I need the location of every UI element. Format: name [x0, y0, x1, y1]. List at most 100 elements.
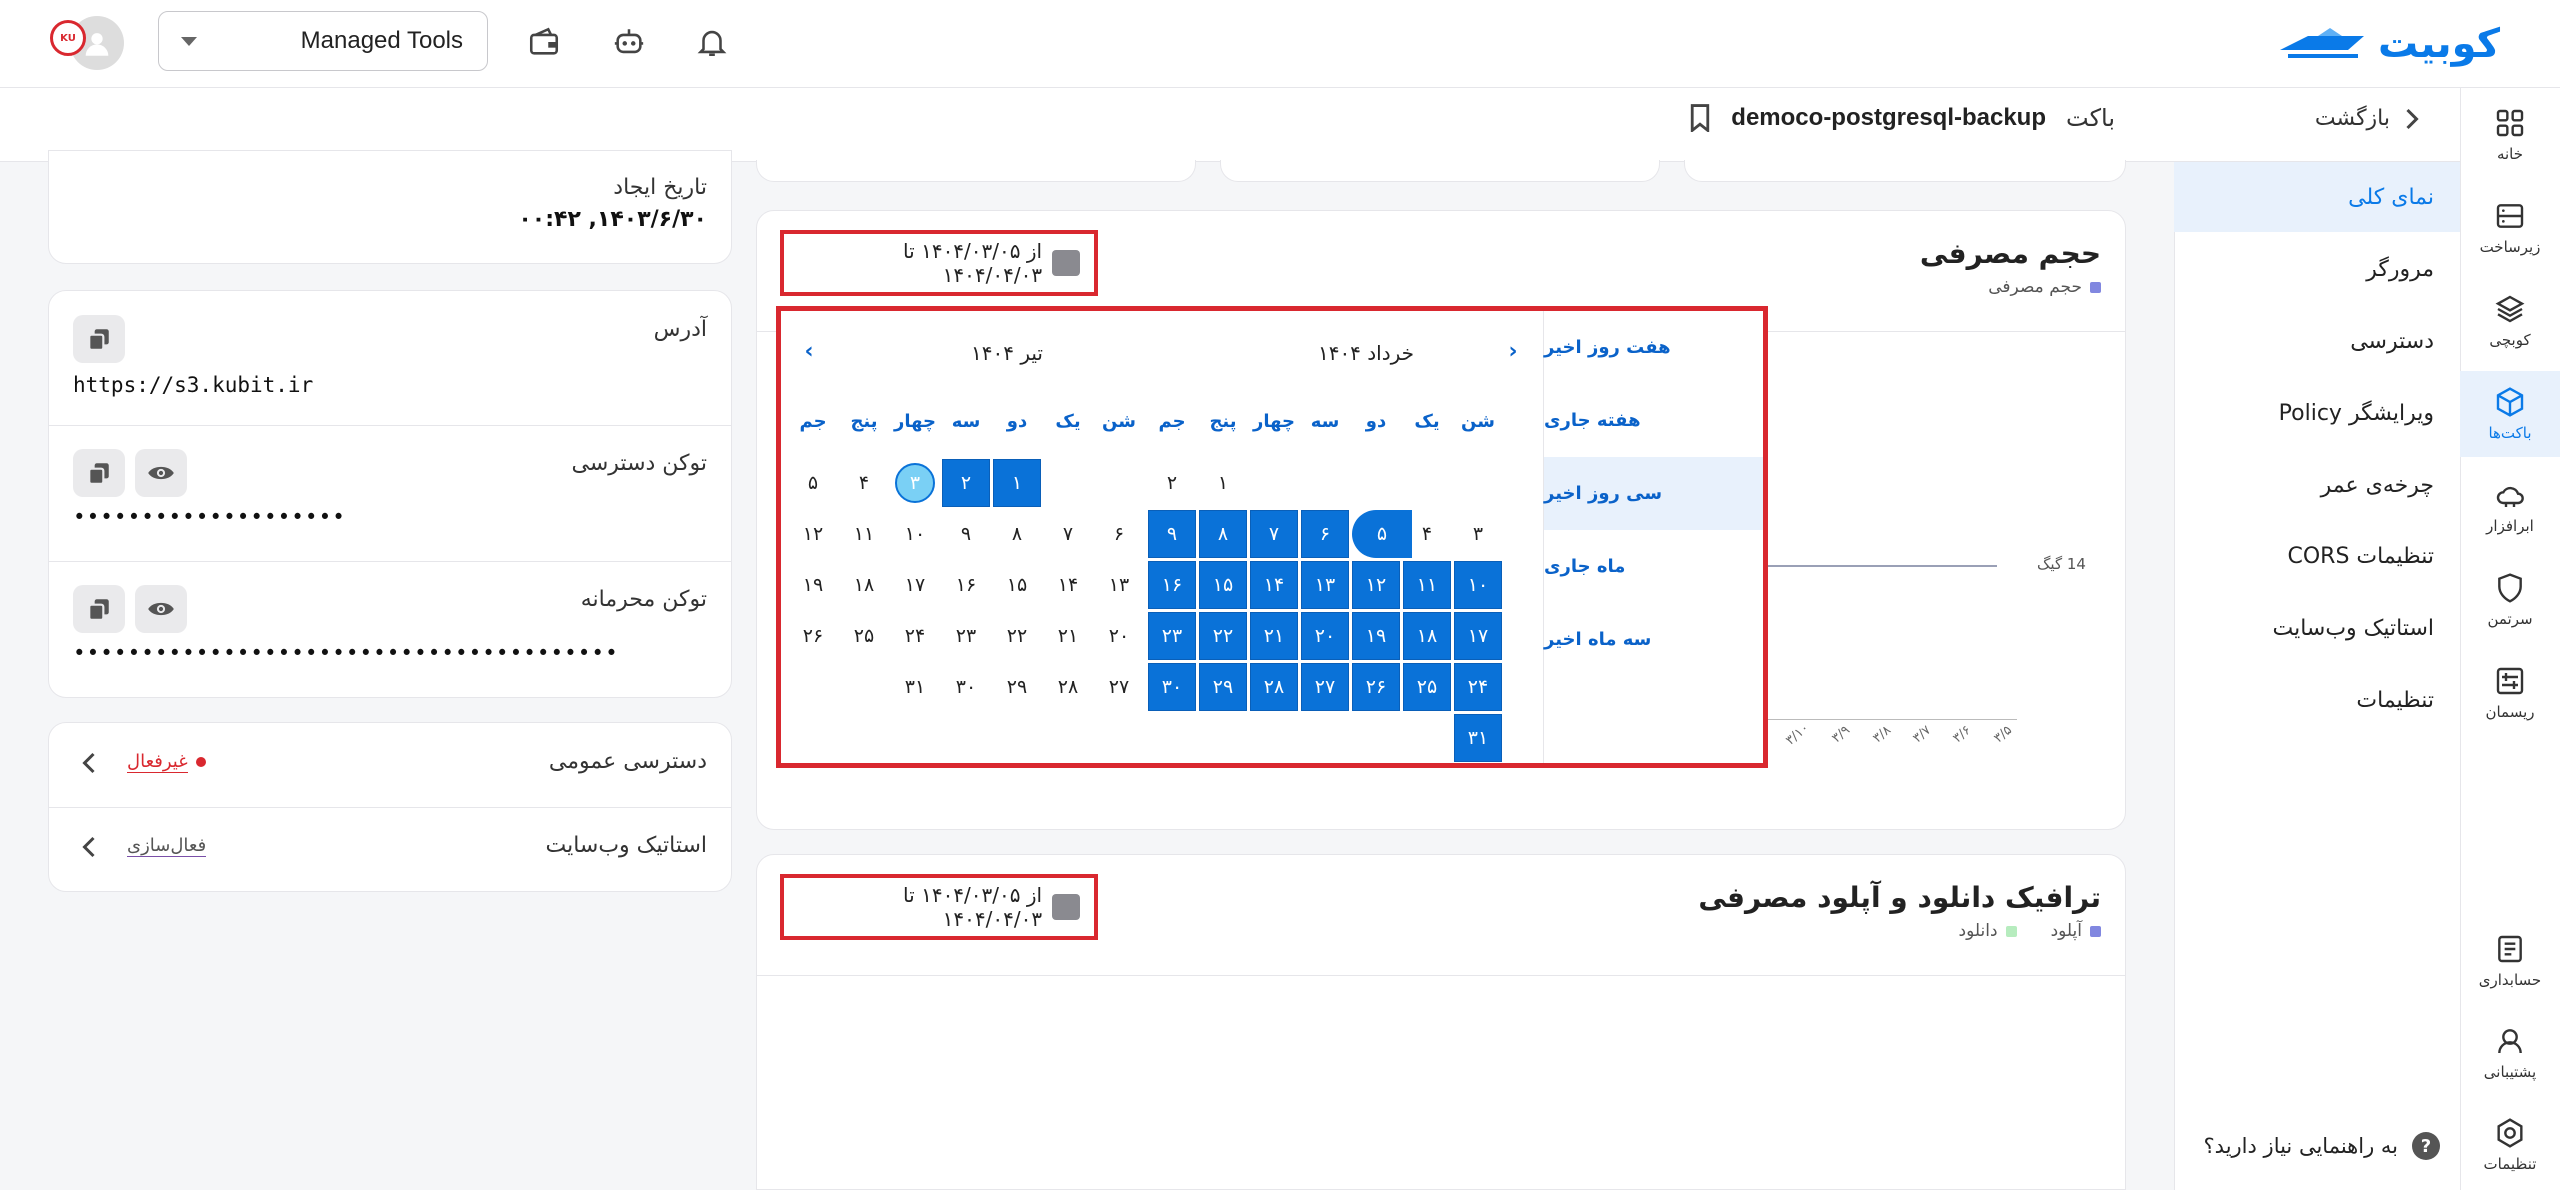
calendar-day[interactable]: ۷	[1044, 510, 1092, 558]
calendar-day[interactable]: ۱۶	[942, 561, 990, 609]
rail-item-cloud[interactable]: ابرافزار	[2460, 464, 2560, 550]
menu-item-lifecycle[interactable]: چرخه‌ی عمر	[2174, 450, 2460, 520]
calendar-day[interactable]: ۱۱	[1403, 561, 1451, 609]
calendar-day[interactable]: ۲۲	[1199, 612, 1247, 660]
preset-this-month[interactable]: ماه جاری	[1544, 530, 1763, 603]
calendar-day[interactable]: ۹	[942, 510, 990, 558]
calendar-day[interactable]: ۲۲	[993, 612, 1041, 660]
next-month-arrow-icon[interactable]: ›	[1501, 339, 1525, 364]
public-access-status[interactable]: غیرفعال	[127, 751, 206, 773]
robot-icon[interactable]	[601, 14, 657, 70]
calendar-day[interactable]: ۶	[1095, 510, 1143, 558]
menu-item-cors[interactable]: تنظیمات CORS	[2174, 521, 2460, 591]
calendar-day[interactable]: ۸	[993, 510, 1041, 558]
calendar-day[interactable]: ۱۱	[840, 510, 888, 558]
calendar-day[interactable]: ۲	[1148, 459, 1196, 507]
back-button[interactable]: بازگشت	[2315, 106, 2420, 131]
calendar-day[interactable]: ۲۵	[1403, 663, 1451, 711]
rail-item-billing[interactable]: حسابداری	[2460, 918, 2560, 1004]
kubit-logo[interactable]: کوبیت	[2278, 16, 2500, 72]
preset-last-7-days[interactable]: هفت روز اخیر	[1544, 311, 1763, 384]
calendar-day[interactable]: ۲۶	[789, 612, 837, 660]
help-link[interactable]: ? به راهنمایی نیاز دارید؟	[2204, 1132, 2440, 1160]
calendar-day[interactable]: ۲۰	[1095, 612, 1143, 660]
calendar-day[interactable]: ۲۶	[1352, 663, 1400, 711]
usage-date-range-button[interactable]: از ۱۴۰۴/۰۳/۰۵ تا ۱۴۰۴/۰۴/۰۳	[780, 230, 1098, 296]
chevron-left-icon[interactable]	[81, 835, 97, 859]
rail-item-kubchi[interactable]: کوبچی	[2460, 278, 2560, 364]
calendar-day[interactable]: ۱۷	[1454, 612, 1502, 660]
workspace-select[interactable]: Managed Tools	[158, 11, 488, 71]
bookmark-icon[interactable]	[1689, 104, 1711, 132]
calendar-day[interactable]: ۳۱	[1454, 714, 1502, 762]
copy-secret-token-button[interactable]	[73, 585, 125, 633]
calendar-day[interactable]: ۱۴	[1044, 561, 1092, 609]
calendar-day[interactable]: ۲۸	[1250, 663, 1298, 711]
calendar-day[interactable]: ۱۰	[1454, 561, 1502, 609]
calendar-day[interactable]: ۷	[1250, 510, 1298, 558]
calendar-day[interactable]: ۲۷	[1095, 663, 1143, 711]
calendar-day[interactable]: ۱۳	[1095, 561, 1143, 609]
calendar-day[interactable]: ۵	[1352, 510, 1412, 558]
show-access-token-button[interactable]	[135, 449, 187, 497]
menu-item-browser[interactable]: مرورگر	[2174, 234, 2460, 304]
show-secret-token-button[interactable]	[135, 585, 187, 633]
menu-item-overview[interactable]: نمای کلی	[2174, 162, 2460, 232]
calendar-day[interactable]: ۲۹	[1199, 663, 1247, 711]
calendar-day[interactable]: ۲۴	[891, 612, 939, 660]
calendar-day[interactable]: ۲۰	[1301, 612, 1349, 660]
calendar-day[interactable]: ۳۰	[1148, 663, 1196, 711]
preset-this-week[interactable]: هفته جاری	[1544, 384, 1763, 457]
calendar-day[interactable]: ۲۸	[1044, 663, 1092, 711]
bell-icon[interactable]	[684, 14, 740, 70]
calendar-day[interactable]: ۸	[1199, 510, 1247, 558]
rail-item-settings[interactable]: تنظیمات	[2460, 1102, 2560, 1188]
calendar-day[interactable]: ۶	[1301, 510, 1349, 558]
menu-item-access[interactable]: دسترسی	[2174, 306, 2460, 376]
calendar-day[interactable]: ۱۵	[1199, 561, 1247, 609]
calendar-day[interactable]: ۲۳	[942, 612, 990, 660]
calendar-day[interactable]: ۱	[1199, 459, 1247, 507]
calendar-day[interactable]: ۳	[1454, 510, 1502, 558]
calendar-day[interactable]: ۱۹	[789, 561, 837, 609]
calendar-day[interactable]: ۲۴	[1454, 663, 1502, 711]
calendar-day[interactable]: ۱۷	[891, 561, 939, 609]
static-site-activate[interactable]: فعال‌سازی	[127, 835, 207, 857]
calendar-day[interactable]: ۲۱	[1044, 612, 1092, 660]
copy-access-token-button[interactable]	[73, 449, 125, 497]
calendar-day[interactable]: ۲۹	[993, 663, 1041, 711]
rail-item-infrastructure[interactable]: زیرساخت	[2460, 185, 2560, 271]
calendar-day[interactable]: ۱۴	[1250, 561, 1298, 609]
calendar-day[interactable]: ۳	[891, 459, 939, 507]
calendar-day[interactable]: ۲۷	[1301, 663, 1349, 711]
preset-last-30-days[interactable]: سی روز اخیر	[1544, 457, 1763, 530]
calendar-day[interactable]: ۱۵	[993, 561, 1041, 609]
menu-item-static-website[interactable]: استاتیک وب‌سایت	[2174, 593, 2460, 663]
rail-item-support[interactable]: پشتیبانی	[2460, 1010, 2560, 1096]
calendar-day[interactable]: ۲۱	[1250, 612, 1298, 660]
prev-month-arrow-icon[interactable]: ‹	[797, 339, 821, 364]
calendar-day[interactable]: ۵	[789, 459, 837, 507]
copy-address-button[interactable]	[73, 315, 125, 363]
calendar-day[interactable]: ۲۵	[840, 612, 888, 660]
calendar-day[interactable]: ۱	[993, 459, 1041, 507]
calendar-day[interactable]: ۲	[942, 459, 990, 507]
menu-item-settings[interactable]: تنظیمات	[2174, 665, 2460, 735]
chevron-left-icon[interactable]	[81, 751, 97, 775]
calendar-day[interactable]: ۳۱	[891, 663, 939, 711]
calendar-day[interactable]: ۱۳	[1301, 561, 1349, 609]
calendar-day[interactable]: ۱۲	[789, 510, 837, 558]
calendar-day[interactable]: ۳۰	[942, 663, 990, 711]
menu-item-policy-editor[interactable]: ویرایشگر Policy	[2174, 378, 2460, 448]
calendar-day[interactable]: ۹	[1148, 510, 1196, 558]
rail-item-home[interactable]: خانه	[2460, 92, 2560, 178]
calendar-day[interactable]: ۴	[840, 459, 888, 507]
calendar-day[interactable]: ۱۰	[891, 510, 939, 558]
rail-item-sartaman[interactable]: سرتمن	[2460, 557, 2560, 643]
rail-item-buckets[interactable]: باکت‌ها	[2460, 371, 2560, 457]
calendar-day[interactable]: ۲۳	[1148, 612, 1196, 660]
calendar-day[interactable]: ۱۸	[1403, 612, 1451, 660]
traffic-date-range-button[interactable]: از ۱۴۰۴/۰۳/۰۵ تا ۱۴۰۴/۰۴/۰۳	[780, 874, 1098, 940]
calendar-day[interactable]: ۱۶	[1148, 561, 1196, 609]
calendar-day[interactable]: ۱۸	[840, 561, 888, 609]
